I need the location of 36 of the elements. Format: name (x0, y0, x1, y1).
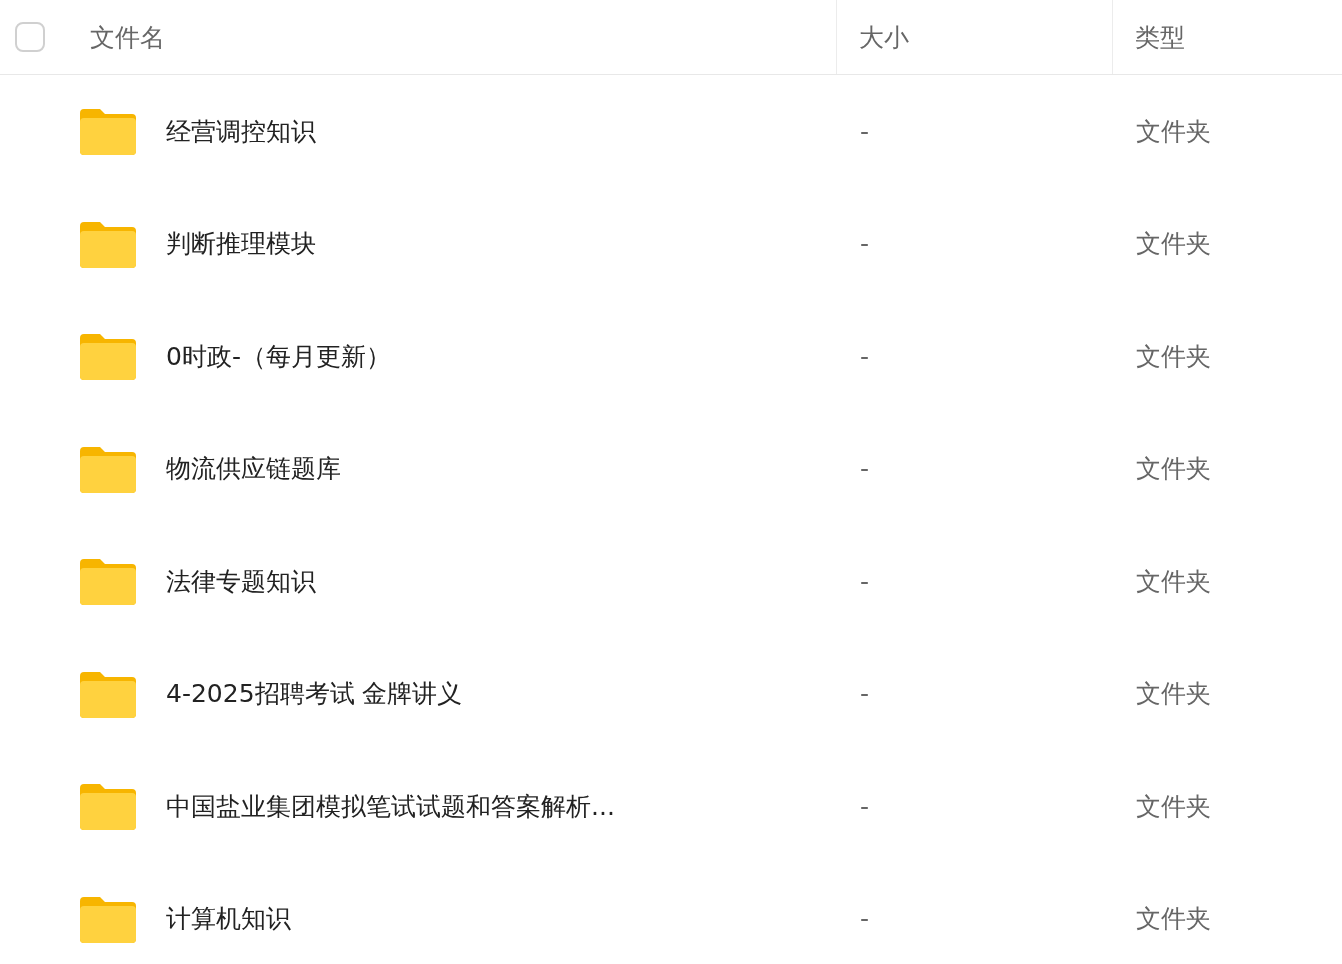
folder-icon (80, 782, 136, 831)
folder-icon (80, 557, 136, 606)
file-size: - (859, 229, 870, 259)
file-type: 文件夹 (1135, 116, 1211, 146)
file-size: - (859, 904, 870, 934)
file-size: - (859, 454, 870, 484)
file-type: 文件夹 (1135, 566, 1211, 596)
column-header[interactable]: 大小 (859, 20, 909, 54)
folder-icon (80, 107, 136, 156)
folder-icon (80, 219, 136, 268)
select-all-checkbox[interactable] (15, 22, 45, 52)
folder-icon (80, 669, 136, 718)
folder-name[interactable]: 法律专题知识 (166, 564, 316, 598)
folder-name[interactable]: 0时政-（每月更新） (166, 339, 391, 373)
folder-name[interactable]: 4-2025招聘考试 金牌讲义 (166, 677, 463, 711)
column-header[interactable]: 文件名 (90, 20, 165, 54)
file-type: 文件夹 (1135, 454, 1211, 484)
folder-icon (80, 332, 136, 381)
file-size: - (859, 679, 870, 709)
folder-name[interactable]: 中国盐业集团模拟笔试试题和答案解析... (166, 789, 615, 823)
folder-icon (80, 444, 136, 493)
folder-name[interactable]: 判断推理模块 (166, 227, 316, 261)
file-size: - (859, 566, 870, 596)
file-size: - (859, 341, 870, 371)
folder-name[interactable]: 经营调控知识 (166, 114, 316, 148)
file-type: 文件夹 (1135, 791, 1211, 821)
file-type: 文件夹 (1135, 229, 1211, 259)
file-size: - (859, 791, 870, 821)
file-type: 文件夹 (1135, 679, 1211, 709)
folder-name[interactable]: 计算机知识 (166, 902, 291, 936)
file-type: 文件夹 (1135, 904, 1211, 934)
file-type: 文件夹 (1135, 341, 1211, 371)
folder-icon (80, 894, 136, 943)
file-size: - (859, 116, 870, 146)
folder-name[interactable]: 物流供应链题库 (166, 452, 341, 486)
column-header[interactable]: 类型 (1135, 20, 1185, 54)
